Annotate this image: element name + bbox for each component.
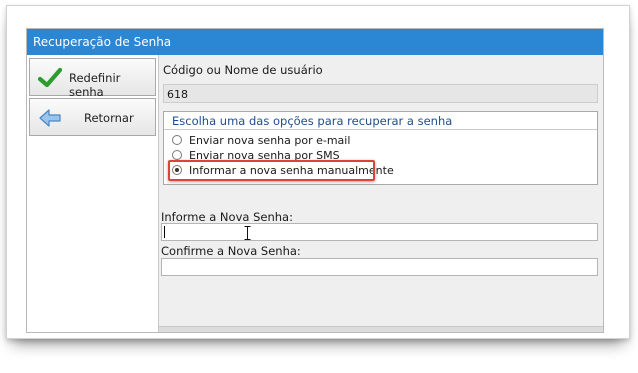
window-titlebar: Recuperação de Senha <box>27 29 603 55</box>
reset-password-button[interactable]: Redefinir senha <box>29 58 156 99</box>
recovery-options-group: Escolha uma das opções para recuperar a … <box>163 111 598 185</box>
checkmark-icon <box>38 67 62 88</box>
new-password-label: Informe a Nova Senha: <box>161 210 293 224</box>
radio-button[interactable] <box>172 150 182 160</box>
screenshot-frame: Recuperação de Senha Redefinir senha Ret… <box>6 5 630 339</box>
username-label: Código ou Nome de usuário <box>163 63 323 77</box>
bottom-bar <box>159 326 603 332</box>
form-panel: Código ou Nome de usuário 618 Escolha um… <box>159 55 603 332</box>
text-caret <box>164 226 165 238</box>
confirm-password-label: Confirme a Nova Senha: <box>161 244 301 258</box>
back-button[interactable]: Retornar <box>29 98 156 136</box>
username-field: 618 <box>163 84 598 103</box>
text-cursor-icon <box>244 226 251 240</box>
recovery-options-header: Escolha uma das opções para recuperar a … <box>164 112 597 130</box>
arrow-left-icon <box>39 109 61 127</box>
window-title: Recuperação de Senha <box>33 35 172 49</box>
action-sidebar: Redefinir senha Retornar <box>27 55 159 332</box>
recovery-options-title: Escolha uma das opções para recuperar a … <box>172 114 453 128</box>
reset-password-label: Redefinir senha <box>69 71 121 99</box>
highlight-box <box>168 160 375 181</box>
password-recovery-window: Recuperação de Senha Redefinir senha Ret… <box>26 28 604 333</box>
back-label: Retornar <box>84 111 134 125</box>
confirm-password-input[interactable] <box>161 258 598 276</box>
radio-button[interactable] <box>172 135 182 145</box>
username-value: 618 <box>167 88 188 101</box>
radio-option-label: Enviar nova senha por e-mail <box>189 134 351 147</box>
new-password-input[interactable] <box>161 223 598 241</box>
